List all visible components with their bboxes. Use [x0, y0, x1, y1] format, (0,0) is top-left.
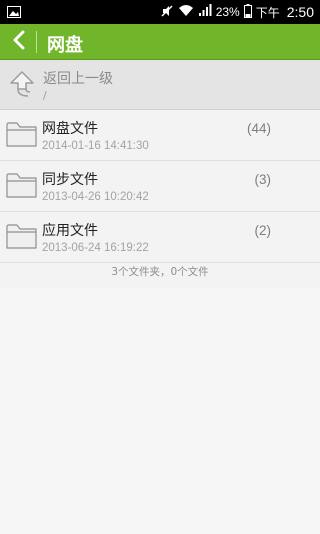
page-title: 网盘 [47, 35, 83, 56]
empty-list-area [0, 288, 320, 534]
signal-icon [198, 4, 212, 20]
folder-summary: 3个文件夹，0个文件 [111, 266, 209, 278]
gallery-notification-icon [7, 5, 21, 23]
battery-icon [243, 3, 252, 21]
chevron-left-icon [12, 30, 26, 54]
up-level-label: 返回上一级 [43, 71, 113, 87]
folder-count: (2) [254, 223, 272, 238]
folder-row-netdisk[interactable]: 网盘文件 2014-01-16 14:41:30 (44) [0, 110, 320, 161]
up-level-icon [7, 69, 37, 103]
folder-icon [6, 120, 38, 152]
folder-date: 2013-06-24 16:19:22 [42, 242, 149, 254]
folder-count: (3) [254, 172, 272, 187]
folder-icon [6, 222, 38, 254]
folder-count: (44) [246, 121, 271, 136]
folder-name: 同步文件 [42, 172, 98, 188]
clock: 2:50 [286, 4, 314, 20]
folder-name: 网盘文件 [42, 121, 98, 137]
title-divider [36, 31, 37, 53]
mute-icon [160, 4, 174, 21]
back-button[interactable] [6, 28, 32, 56]
folder-row-sync[interactable]: 同步文件 2013-04-26 10:20:42 (3) [0, 161, 320, 212]
folder-row-apps[interactable]: 应用文件 2013-06-24 16:19:22 (2) [0, 212, 320, 263]
folder-date: 2013-04-26 10:20:42 [42, 191, 149, 203]
folder-date: 2014-01-16 14:41:30 [42, 140, 149, 152]
battery-percent: 23% [215, 5, 240, 19]
go-up-row[interactable]: 返回上一级 / [0, 60, 320, 110]
time-period: 下午 [255, 5, 280, 20]
wifi-icon [178, 4, 194, 20]
title-bar: 网盘 [0, 24, 320, 60]
folder-icon [6, 171, 38, 203]
status-bar: 23% 下午 2:50 [0, 0, 320, 24]
current-path: / [43, 89, 47, 102]
folder-name: 应用文件 [42, 223, 98, 239]
